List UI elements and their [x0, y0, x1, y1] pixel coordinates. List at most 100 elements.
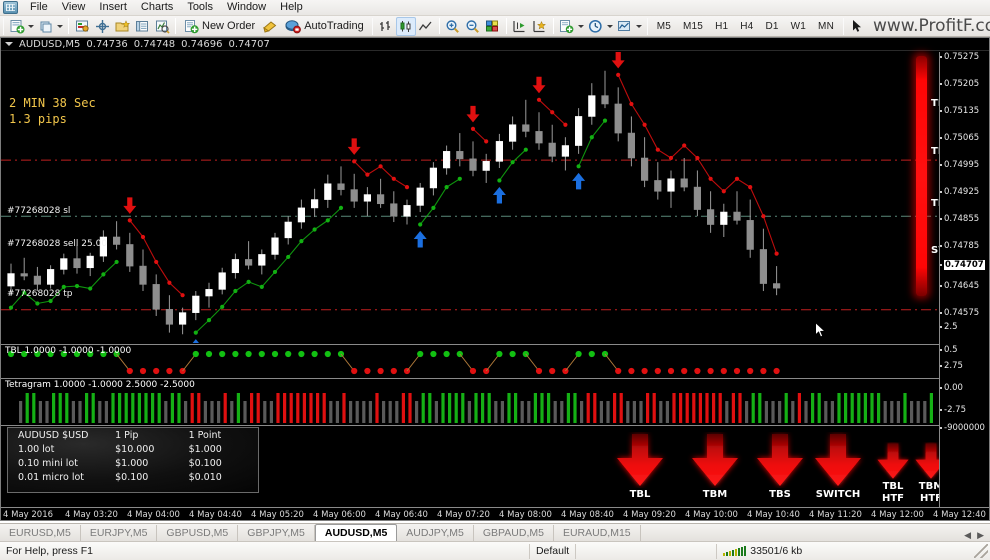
chart-tab-eurusd-m5[interactable]: EURUSD,M5: [0, 525, 81, 541]
status-profile[interactable]: Default: [530, 543, 575, 560]
zoom-in-icon[interactable]: [443, 17, 463, 36]
chart-tab-audjpy-m5[interactable]: AUDJPY,M5: [397, 525, 474, 541]
histogram-bar: [857, 393, 861, 423]
chart-tab-audusd-m5[interactable]: AUDUSD,M5: [314, 524, 398, 541]
chart-tab-gbpusd-m5[interactable]: GBPUSD,M5: [157, 525, 239, 541]
menu-item-charts[interactable]: Charts: [134, 0, 180, 15]
toolbar-grip[interactable]: [371, 17, 373, 35]
histogram-bar: [104, 401, 108, 423]
timeframe-mn[interactable]: MN: [812, 18, 840, 35]
tab-scroll-controls[interactable]: ◀ ▶: [964, 530, 990, 541]
status-connection[interactable]: 33501/6 kb: [717, 543, 808, 560]
price-tick-1: 0.75205: [939, 79, 980, 89]
histogram-bar: [632, 401, 636, 423]
new-chart-icon[interactable]: [7, 17, 27, 36]
timeframe-h4[interactable]: H4: [734, 18, 759, 35]
candlestick-chart-icon[interactable]: [395, 16, 416, 36]
indicators-dropdown-icon[interactable]: [635, 24, 642, 28]
ind2-scale-high: 2.75: [940, 361, 963, 371]
histogram-bar: [560, 401, 564, 423]
line-chart-icon[interactable]: [416, 17, 436, 36]
candle-body: [667, 178, 675, 192]
trend-switch-line: [604, 353, 619, 372]
navigator-icon[interactable]: [112, 17, 132, 36]
histogram-bar: [368, 401, 372, 423]
chart-menu-caret-icon[interactable]: [5, 42, 13, 46]
price-scale[interactable]: 0.75275 0.75205 0.75135 0.75065 0.74995 …: [939, 52, 989, 520]
tile-windows-icon[interactable]: [483, 17, 503, 36]
indicators-icon[interactable]: [615, 17, 635, 36]
data-window-icon[interactable]: [92, 17, 112, 36]
trend-switch-line: [525, 353, 540, 372]
zoom-out-icon[interactable]: [463, 17, 483, 36]
menu-item-view[interactable]: View: [55, 0, 93, 15]
chart-tab-gbpaud-m5[interactable]: GBPAUD,M5: [474, 525, 554, 541]
profiles-dropdown-icon[interactable]: [57, 24, 63, 28]
price-pane[interactable]: 2 MIN 38 Sec 1.3 pips #77268028 sl #7726…: [1, 52, 941, 343]
chart-shift-icon[interactable]: [510, 17, 530, 36]
time-scale[interactable]: 4 May 2016 4 May 03:20 4 May 04:00 4 May 04…: [1, 507, 989, 520]
timeframe-m15[interactable]: M15: [677, 18, 709, 35]
trend-line-segment: [710, 178, 725, 192]
timeframe-w1[interactable]: W1: [785, 18, 812, 35]
metaeditor-icon[interactable]: [260, 17, 280, 36]
timeframe-m5[interactable]: M5: [651, 18, 677, 35]
indicator-pane-tetragram[interactable]: Tetragram 1.0000 -1.0000 2.5000 -2.5000: [1, 378, 941, 424]
trend-line-segment: [103, 261, 117, 275]
chevron-left-icon[interactable]: ◀: [964, 530, 971, 541]
bar-chart-icon[interactable]: [376, 17, 396, 36]
autotrading-button[interactable]: AutoTrading: [280, 17, 369, 36]
chart-tab-eurjpy-m5[interactable]: EURJPY,M5: [81, 525, 158, 541]
trend-line-segment: [208, 306, 223, 321]
window-resize-grip[interactable]: [974, 544, 988, 558]
time-tick-12: 4 May 10:40: [747, 510, 800, 520]
chart-window[interactable]: AUDUSD,M5 0.74736 0.74748 0.74696 0.7470…: [0, 37, 990, 521]
timeframe-d1[interactable]: D1: [759, 18, 784, 35]
histogram-bar: [342, 393, 346, 423]
indicator-dot-down: [139, 367, 147, 375]
histogram-bar: [751, 393, 755, 423]
toolbar-grip[interactable]: [3, 17, 4, 35]
toolbar-grip[interactable]: [843, 17, 844, 35]
mt4-app-icon: [3, 1, 18, 14]
histogram-bar: [236, 393, 240, 423]
indicator-pane-trend[interactable]: TBL 1.0000 -1.0000 -1.0000: [1, 344, 941, 377]
terminal-icon[interactable]: [132, 17, 152, 36]
toolbar-grip[interactable]: [646, 17, 648, 35]
strategy-tester-icon[interactable]: [152, 17, 172, 36]
lot-panel-pip-hdr: 1 Pip: [115, 429, 139, 441]
timeframe-h1[interactable]: H1: [709, 18, 734, 35]
new-chart-dropdown-icon[interactable]: [28, 24, 34, 28]
new-order-button[interactable]: New Order: [179, 17, 260, 36]
templates-icon[interactable]: [557, 17, 577, 36]
cursor-arrow-icon[interactable]: [847, 17, 867, 36]
profiles-icon[interactable]: [36, 17, 56, 36]
trend-line-segment: [670, 145, 685, 159]
menu-item-help[interactable]: Help: [273, 0, 310, 15]
periodicity-icon[interactable]: [586, 17, 606, 36]
candle-body: [442, 151, 451, 169]
menu-item-insert[interactable]: Insert: [92, 0, 134, 15]
histogram-bar: [566, 393, 570, 423]
auto-scroll-icon[interactable]: [530, 17, 550, 36]
periodicity-dropdown-icon[interactable]: [606, 24, 613, 28]
sell-signal-arrow-icon: [532, 76, 546, 94]
chart-tab-gbpjpy-m5[interactable]: GBPJPY,M5: [238, 525, 315, 541]
chevron-right-icon[interactable]: ▶: [977, 530, 984, 541]
time-tick-3: 4 May 04:40: [189, 510, 242, 520]
histogram-bar: [210, 401, 214, 423]
menu-item-tools[interactable]: Tools: [180, 0, 220, 15]
templates-dropdown-icon[interactable]: [577, 24, 584, 28]
signal-arrow-label: TBS: [769, 489, 791, 500]
candle-body: [469, 158, 477, 171]
menu-item-file[interactable]: File: [23, 0, 55, 15]
market-watch-icon[interactable]: [72, 17, 92, 36]
candle-body: [46, 269, 55, 285]
trend-line-segment: [762, 216, 778, 254]
signal-arrow-panel: TBL TBM TBS SWITCH TBL HTF TBM HTF: [601, 428, 947, 518]
trend-line-segment: [446, 178, 461, 188]
table-row: 0.01 micro lot $0.100 $0.010: [8, 470, 258, 484]
histogram-bar: [375, 393, 379, 423]
chart-tab-euraud-m15[interactable]: EURAUD,M15: [554, 525, 641, 541]
menu-item-window[interactable]: Window: [220, 0, 273, 15]
